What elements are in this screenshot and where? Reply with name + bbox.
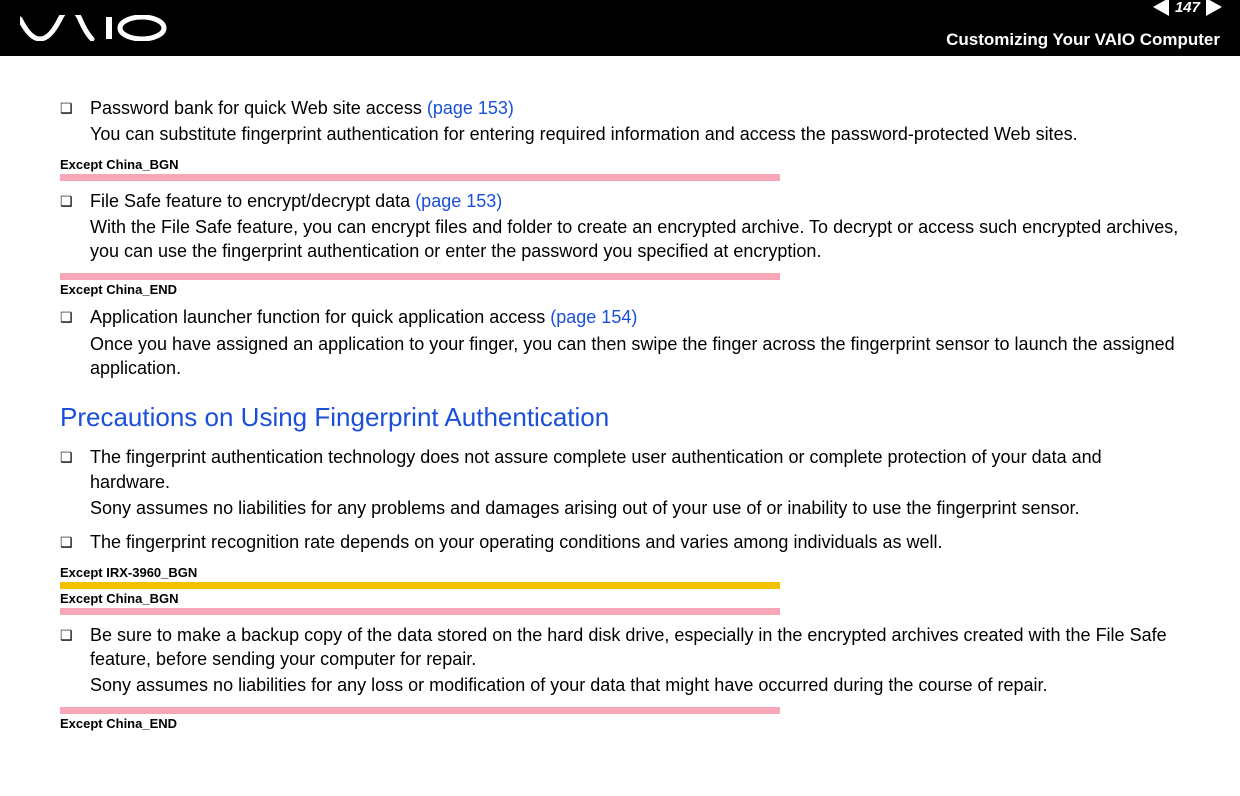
bullet-icon: ❑ (60, 623, 90, 645)
bullet-icon: ❑ (60, 530, 90, 552)
page-number: 147 (1175, 0, 1200, 16)
precaution-text: Be sure to make a backup copy of the dat… (90, 625, 1167, 669)
marker-label: Except China_BGN (60, 157, 1180, 172)
feature-desc: Once you have assigned an application to… (90, 332, 1180, 381)
region-marker: Except China_BGN (60, 157, 1180, 181)
page-body: ❑ Password bank for quick Web site acces… (0, 56, 1240, 769)
feature-desc: With the File Safe feature, you can encr… (90, 215, 1180, 264)
marker-label: Except China_BGN (60, 591, 1180, 606)
section-heading: Precautions on Using Fingerprint Authent… (60, 402, 1180, 433)
precaution-text: The fingerprint recognition rate depends… (90, 532, 943, 552)
page-nav[interactable]: 147 (1153, 0, 1222, 16)
marker-bar-yellow (60, 582, 780, 589)
feature-title: Application launcher function for quick … (90, 307, 550, 327)
precaution-text: Sony assumes no liabilities for any loss… (90, 673, 1180, 697)
page-ref-link[interactable]: (page 153) (427, 98, 514, 118)
page-ref-link[interactable]: (page 154) (550, 307, 637, 327)
feature-title: File Safe feature to encrypt/decrypt dat… (90, 191, 415, 211)
bullet-icon: ❑ (60, 96, 90, 118)
page-header: 147 Customizing Your VAIO Computer (0, 0, 1240, 56)
marker-bar-pink (60, 608, 780, 615)
marker-bar-pink (60, 174, 780, 181)
region-marker: Except IRX-3960_BGN (60, 565, 1180, 589)
precaution-item: ❑ Be sure to make a backup copy of the d… (60, 623, 1180, 698)
precaution-item: ❑ The fingerprint authentication technol… (60, 445, 1180, 520)
precaution-text: Sony assumes no liabilities for any prob… (90, 496, 1180, 520)
feature-item: ❑ Application launcher function for quic… (60, 305, 1180, 380)
region-marker: Except China_BGN (60, 591, 1180, 615)
region-marker: Except China_END (60, 273, 1180, 297)
region-marker: Except China_END (60, 707, 1180, 731)
marker-label: Except IRX-3960_BGN (60, 565, 1180, 580)
feature-title: Password bank for quick Web site access (90, 98, 427, 118)
nav-prev-icon[interactable] (1153, 0, 1169, 16)
bullet-icon: ❑ (60, 445, 90, 467)
feature-item: ❑ File Safe feature to encrypt/decrypt d… (60, 189, 1180, 264)
marker-label: Except China_END (60, 716, 1180, 731)
marker-label: Except China_END (60, 282, 1180, 297)
vaio-logo (20, 0, 170, 56)
precaution-text: The fingerprint authentication technolog… (90, 447, 1102, 491)
feature-desc: You can substitute fingerprint authentic… (90, 122, 1180, 146)
feature-item: ❑ Password bank for quick Web site acces… (60, 96, 1180, 147)
bullet-icon: ❑ (60, 305, 90, 327)
precaution-item: ❑ The fingerprint recognition rate depen… (60, 530, 1180, 554)
marker-bar-pink (60, 273, 780, 280)
bullet-icon: ❑ (60, 189, 90, 211)
marker-bar-pink (60, 707, 780, 714)
section-title: Customizing Your VAIO Computer (946, 30, 1220, 50)
page-ref-link[interactable]: (page 153) (415, 191, 502, 211)
nav-next-icon[interactable] (1206, 0, 1222, 16)
